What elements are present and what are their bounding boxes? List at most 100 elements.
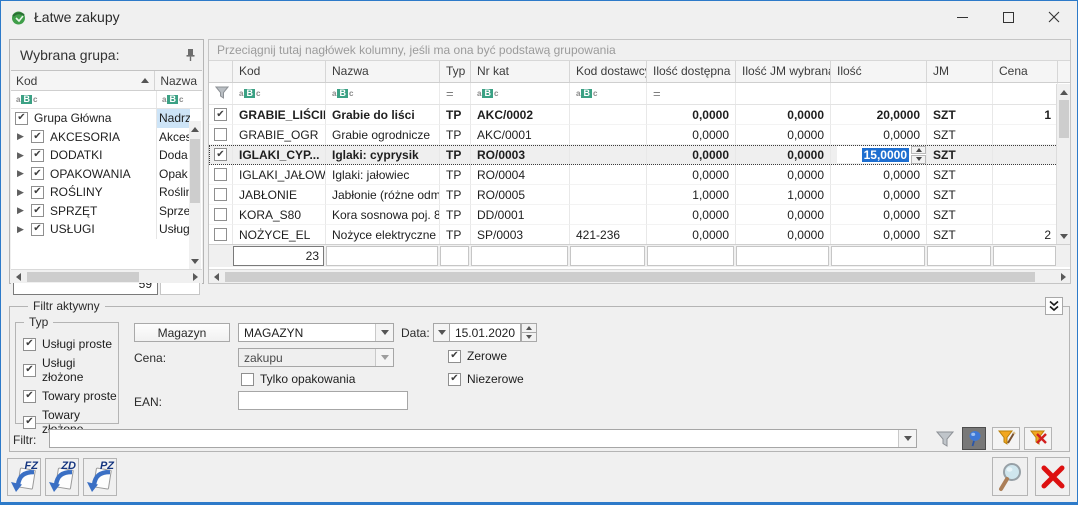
row-checkbox[interactable] [214, 168, 227, 181]
search-button[interactable] [992, 457, 1028, 496]
grid-h-scrollbar[interactable] [209, 269, 1070, 283]
tree-column-nazwa[interactable]: Nazwa [155, 71, 202, 90]
tree-column-kod[interactable]: Kod [11, 71, 155, 90]
tree-row[interactable]: ▶OPAKOWANIAOpak [11, 165, 202, 184]
table-row[interactable]: JABŁONIEJabłonie (różne odm...TPRO/00051… [209, 185, 1070, 205]
magazyn-combo[interactable]: MAGAZYN [238, 323, 394, 342]
checkbox[interactable] [31, 223, 44, 236]
clear-filter-button[interactable] [1024, 427, 1052, 450]
filter-cell-cena[interactable] [993, 83, 1058, 104]
scroll-up-icon[interactable] [189, 123, 201, 135]
abc-filter-icon[interactable]: aBc [332, 89, 353, 98]
expand-icon[interactable]: ▶ [17, 224, 27, 235]
scrollbar-thumb[interactable] [1059, 100, 1069, 138]
close-window-button[interactable] [1035, 457, 1070, 496]
close-button[interactable] [1031, 1, 1077, 33]
table-row[interactable]: NOŻYCE_ELNożyce elektryczneTPSP/0003421-… [209, 225, 1070, 244]
chevron-down-icon[interactable] [898, 430, 916, 447]
tree-filter-kod[interactable]: aBc [11, 91, 157, 108]
niezerowe-checkbox[interactable]: Niezerowe [448, 372, 524, 386]
checkbox[interactable] [31, 186, 44, 199]
column-header-cena[interactable]: Cena [993, 61, 1058, 82]
scrollbar-thumb[interactable] [27, 272, 139, 282]
row-checkbox[interactable] [214, 148, 227, 161]
spinner-up-icon[interactable] [521, 323, 537, 333]
table-row[interactable]: GRABIE_OGRGrabie ogrodniczeTPAKC/00010,0… [209, 125, 1070, 145]
tree-filter-nazwa[interactable]: aBc [157, 91, 202, 108]
zd-button[interactable]: ZD [45, 458, 79, 496]
grid-v-scrollbar[interactable] [1056, 84, 1070, 244]
tree-row[interactable]: Grupa GłównaNadrz [11, 109, 202, 128]
filter-pin-button[interactable] [962, 427, 986, 450]
scroll-left-icon[interactable] [12, 271, 24, 283]
column-header-ilosc_dostepna[interactable]: Ilość dostępna [647, 61, 736, 82]
equals-filter-icon[interactable]: = [446, 86, 454, 101]
date-field[interactable]: 15.01.2020 [449, 323, 521, 342]
group-by-panel[interactable]: Przeciągnij tutaj nagłówek kolumny, jeśl… [209, 40, 1070, 61]
row-checkbox[interactable] [214, 188, 227, 201]
filtr-combo[interactable] [49, 429, 917, 448]
minimize-button[interactable] [939, 1, 985, 33]
checkbox[interactable] [31, 130, 44, 143]
tree-row[interactable]: ▶DODATKIDoda [11, 146, 202, 165]
abc-filter-icon[interactable]: aBc [477, 89, 498, 98]
checkbox[interactable] [31, 149, 44, 162]
expand-icon[interactable]: ▶ [17, 150, 27, 161]
filter-cell-ilosc_dostepna[interactable]: = [647, 83, 736, 104]
tree-row[interactable]: ▶AKCESORIAAkces [11, 128, 202, 147]
scrollbar-thumb[interactable] [190, 139, 200, 203]
tree-row[interactable]: ▶USŁUGIUsług [11, 220, 202, 239]
expand-icon[interactable]: ▶ [17, 205, 27, 216]
checkbox[interactable] [31, 204, 44, 217]
magazyn-button[interactable]: Magazyn [134, 323, 230, 342]
column-header-typ[interactable]: Typ [440, 61, 471, 82]
column-header-nr_kat[interactable]: Nr kat [471, 61, 570, 82]
scroll-down-icon[interactable] [1058, 230, 1070, 242]
tree-row[interactable]: ▶SPRZĘTSprze [11, 202, 202, 221]
collapse-filter-button[interactable] [1045, 297, 1063, 315]
cena-combo[interactable]: zakupu [238, 348, 394, 367]
column-header-jm[interactable]: JM [927, 61, 993, 82]
table-row[interactable]: IGLAKI_JAŁOW...Iglaki: jałowiecTPRO/0004… [209, 165, 1070, 185]
quantity-spinner[interactable] [911, 146, 926, 164]
tree-row[interactable]: ▶ROŚLINYRoślin [11, 183, 202, 202]
tree-h-scrollbar[interactable] [11, 269, 202, 283]
maximize-button[interactable] [985, 1, 1031, 33]
chevron-down-icon[interactable] [375, 324, 393, 341]
scroll-down-icon[interactable] [189, 255, 201, 267]
expand-icon[interactable]: ▶ [17, 168, 27, 179]
column-header-check[interactable] [209, 61, 233, 82]
filter-cell-kod[interactable]: aBc [233, 83, 326, 104]
column-header-kod_dostawcy[interactable]: Kod dostawcy [570, 61, 647, 82]
table-row[interactable]: KORA_S80Kora sosnowa poj. 8...TPDD/00010… [209, 205, 1070, 225]
pin-icon[interactable] [184, 48, 197, 62]
row-checkbox[interactable] [214, 208, 227, 221]
row-checkbox[interactable] [214, 228, 227, 241]
filter-cell-typ[interactable]: = [440, 83, 471, 104]
pz-button[interactable]: PZ [83, 458, 117, 496]
expand-icon[interactable]: ▶ [17, 187, 27, 198]
filter-cell-nr_kat[interactable]: aBc [471, 83, 570, 104]
abc-filter-icon[interactable]: aBc [576, 89, 597, 98]
expand-icon[interactable]: ▶ [17, 131, 27, 142]
scroll-right-icon[interactable] [189, 271, 201, 283]
scroll-up-icon[interactable] [1058, 86, 1070, 98]
scroll-right-icon[interactable] [1057, 271, 1069, 283]
typ-option-checkbox[interactable]: Usługi proste [23, 337, 118, 351]
filter-funnel-button[interactable] [931, 428, 958, 450]
row-checkbox[interactable] [214, 108, 227, 121]
equals-filter-icon[interactable]: = [653, 86, 661, 101]
filter-cell-nazwa[interactable]: aBc [326, 83, 440, 104]
filter-cell-ilosc[interactable] [831, 83, 927, 104]
ean-field[interactable] [238, 391, 408, 410]
table-row[interactable]: IGLAKI_CYP...Iglaki: cyprysikTPRO/00030,… [209, 145, 1070, 165]
zerowe-checkbox[interactable]: Zerowe [448, 349, 507, 363]
quantity-editor[interactable]: 15,0000 [837, 146, 926, 163]
filter-cell-jm[interactable] [927, 83, 993, 104]
column-header-kod[interactable]: Kod [233, 61, 326, 82]
spinner-up-button[interactable] [911, 146, 926, 155]
scrollbar-thumb[interactable] [225, 272, 1035, 282]
column-header-ilosc[interactable]: Ilość [831, 61, 927, 82]
column-header-ilosc_jm_wybrana[interactable]: Ilość JM wybrana [736, 61, 831, 82]
spinner-down-button[interactable] [911, 155, 926, 164]
